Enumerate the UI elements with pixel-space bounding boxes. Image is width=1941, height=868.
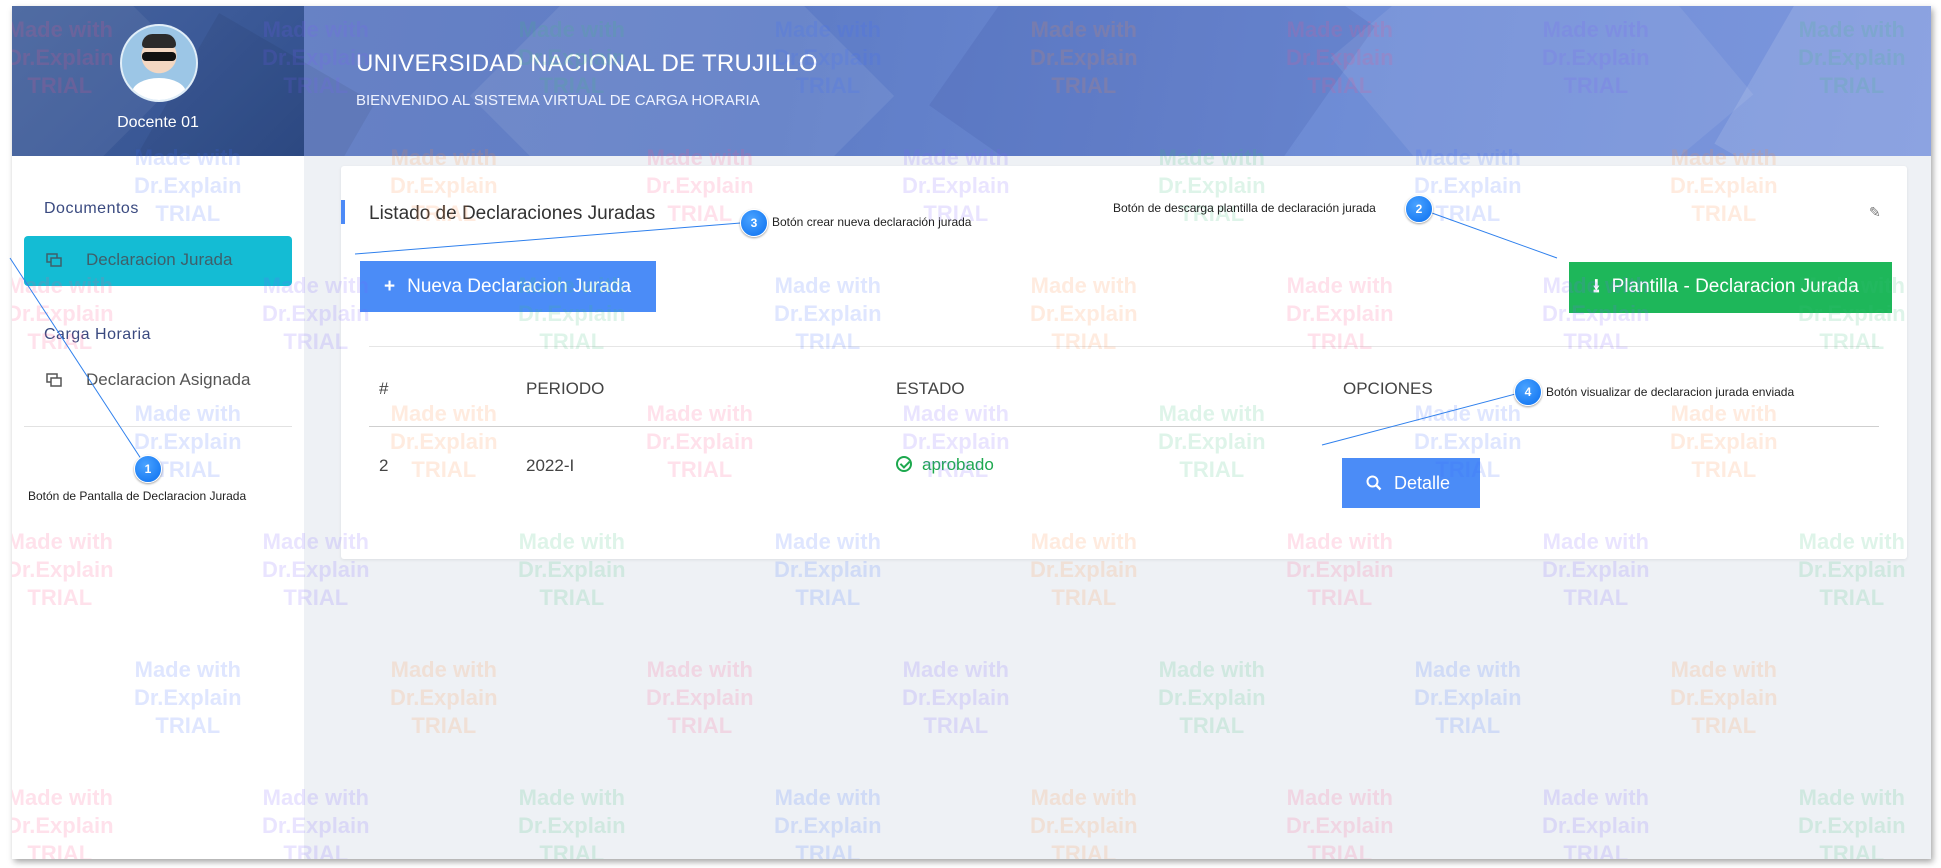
watermark-text: Made withDr.ExplainTRIAL [902,657,1010,738]
watermark-text: Made withDr.ExplainTRIAL [1414,657,1522,738]
sidebar-section-carga-horaria: Carga Horaria [44,326,151,343]
sidebar: Documentos Declaracion Jurada Carga Hora… [12,156,304,859]
copy-icon [46,372,62,387]
card-title: Listado de Declaraciones Juradas [369,203,656,224]
download-template-label: Plantilla - Declaracion Jurada [1611,275,1859,297]
watermark-text: Made withDr.ExplainTRIAL [390,657,498,738]
column-header-estado: ESTADO [896,379,965,398]
row-num: 2 [379,456,389,475]
new-declaration-label: Nueva Declaracion Jurada [407,275,632,297]
watermark-text: Made withDr.ExplainTRIAL [1798,785,1906,859]
callout-badge-2: 2 [1405,195,1433,223]
watermark-text: Made withDr.ExplainTRIAL [774,785,882,859]
new-declaration-button[interactable]: + Nueva Declaracion Jurada [360,261,656,312]
sidebar-item-declaracion-jurada[interactable]: Declaracion Jurada [24,236,292,286]
check-circle-icon [896,456,912,472]
sidebar-section-documentos: Documentos [44,200,139,217]
page-title: UNIVERSIDAD NACIONAL DE TRUJILLO [356,50,818,77]
sidebar-divider [24,426,292,427]
watermark-text: Made withDr.ExplainTRIAL [1542,785,1650,859]
profile-panel: Docente 01 [12,6,375,156]
callout-text-4: Botón visualizar de declaracion jurada e… [1546,385,1795,399]
user-name: Docente 01 [117,114,199,131]
page-subtitle: BIENVENIDO AL SISTEMA VIRTUAL DE CARGA H… [356,92,760,109]
column-header-periodo: PERIODO [526,379,605,398]
header-banner: Docente 01 UNIVERSIDAD NACIONAL DE TRUJI… [12,6,1931,156]
detail-button[interactable]: Detalle [1342,458,1480,508]
watermark-text: Made withDr.ExplainTRIAL [646,657,754,738]
sidebar-item-label: Declaracion Jurada [86,250,233,269]
watermark-text: Made withDr.ExplainTRIAL [1670,657,1778,738]
column-header-opciones: OPCIONES [1343,379,1433,398]
callout-badge-1: 1 [134,455,162,483]
card-accent-bar [341,200,345,224]
copy-icon [46,252,62,267]
detail-label: Detalle [1394,472,1451,493]
watermark-text: Made withDr.ExplainTRIAL [518,785,626,859]
callout-text-2: Botón de descarga plantilla de declaraci… [1113,201,1376,215]
download-icon: ⭳ [1593,275,1600,297]
callout-text-1: Botón de Pantalla de Declaracion Jurada [28,489,247,503]
app-window: Docente 01 UNIVERSIDAD NACIONAL DE TRUJI… [12,6,1931,859]
status-badge: aprobado [922,455,994,474]
plus-icon: + [384,275,396,297]
table-divider [369,346,1879,347]
watermark-text: Made withDr.ExplainTRIAL [1158,657,1266,738]
watermark-text: Made withDr.ExplainTRIAL [1286,785,1394,859]
search-icon [1366,473,1382,494]
column-header-num: # [379,379,389,398]
table-header-divider [369,426,1879,427]
callout-text-3: Botón crear nueva declaración jurada [772,215,972,229]
declaraciones-card: Listado de Declaraciones Juradas ✎ + Nuev… [341,166,1907,559]
row-periodo: 2022-I [526,456,575,475]
callout-badge-3: 3 [740,209,768,237]
download-template-button[interactable]: ⭳ Plantilla - Declaracion Jurada [1569,262,1892,313]
callout-badge-4: 4 [1514,378,1542,406]
watermark-text: Made withDr.ExplainTRIAL [1030,785,1138,859]
avatar[interactable] [120,24,198,102]
sidebar-item-declaracion-asignada[interactable]: Declaracion Asignada [24,356,292,406]
wrench-icon[interactable]: ✎ [1869,204,1881,221]
sidebar-item-label: Declaracion Asignada [86,370,251,389]
